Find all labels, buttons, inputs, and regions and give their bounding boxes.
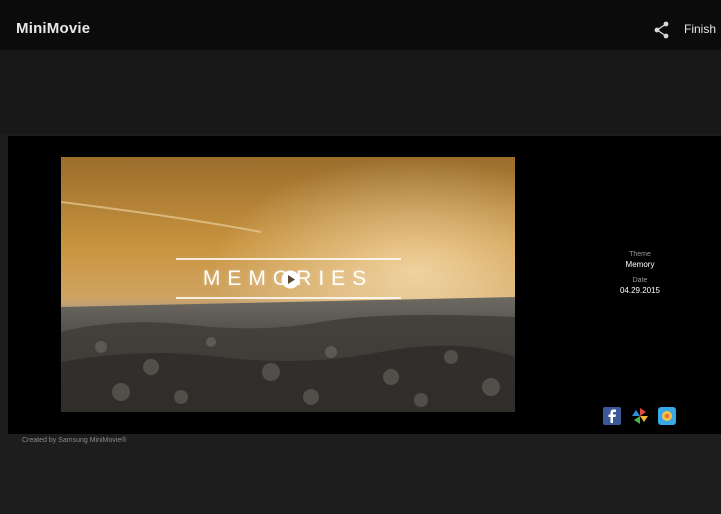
facebook-icon: [603, 407, 621, 425]
app-window: MiniMovie Finish Theme Memory Date 04.29…: [0, 0, 721, 514]
movie-info: Theme Memory Date 04.29.2015: [610, 250, 670, 302]
app-title: MiniMovie: [16, 20, 91, 37]
date-value: 04.29.2015: [619, 286, 661, 295]
pinwheel-button[interactable]: [630, 406, 650, 426]
share-button[interactable]: [652, 20, 672, 40]
photos-icon: [658, 407, 676, 425]
facebook-button[interactable]: [602, 406, 622, 426]
header-band: [0, 50, 721, 134]
credit-text: Created by Samsung MiniMovie®: [22, 437, 127, 444]
theme-label: Theme: [629, 251, 651, 258]
finish-button[interactable]: Finish: [684, 22, 716, 36]
pinwheel-icon: [632, 408, 648, 424]
photos-button[interactable]: [657, 406, 677, 426]
share-icon: [654, 21, 669, 39]
date-label: Date: [632, 277, 648, 284]
title-rule-bottom: [176, 297, 401, 299]
video-preview[interactable]: MEMORIES: [61, 157, 515, 412]
theme-value: Memory: [625, 260, 655, 269]
play-icon: [281, 270, 300, 289]
action-bar: MiniMovie Finish: [0, 0, 721, 50]
title-rule-top: [176, 258, 401, 260]
play-button[interactable]: [281, 270, 300, 289]
